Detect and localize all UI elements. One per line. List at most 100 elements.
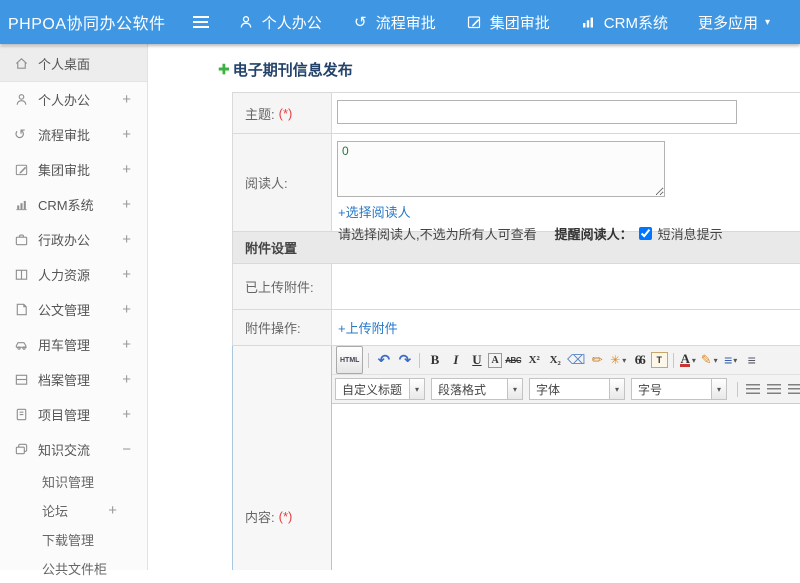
nav-label: 集团审批	[490, 12, 550, 33]
paste-as-text-icon[interactable]: T	[651, 352, 668, 368]
sidebar: 个人桌面 个人办公 + ↺ 流程审批 + 集团审批 + CRM系统 + 行政办公…	[0, 44, 148, 570]
html-source-button[interactable]: HTML	[336, 346, 363, 374]
sidebar-item-group-approval[interactable]: 集团审批 +	[0, 152, 147, 187]
sidebar-item-personal-office[interactable]: 个人办公 +	[0, 82, 147, 117]
align-right-button[interactable]	[785, 379, 800, 399]
sidebar-item-label: 下载管理	[42, 530, 94, 549]
expand-plus-icon[interactable]: +	[122, 406, 131, 423]
sidebar-item-label: 行政办公	[38, 230, 90, 249]
font-color-button[interactable]: A▾	[679, 350, 698, 370]
font-size-select[interactable]: 字号▾	[631, 378, 727, 400]
sidebar-item-project-mgmt[interactable]: 项目管理 +	[0, 397, 147, 432]
edit-icon	[14, 162, 38, 177]
expand-plus-icon[interactable]: +	[122, 301, 131, 318]
align-left-button[interactable]	[743, 379, 762, 399]
italic-button[interactable]: I	[446, 350, 465, 370]
sidebar-item-label: 论坛	[42, 501, 68, 520]
upload-attachment-link[interactable]: +上传附件	[338, 318, 398, 337]
readers-textarea[interactable]: 0	[337, 141, 665, 197]
blockquote-button[interactable]: 66	[630, 350, 649, 370]
redo-button[interactable]: ↷	[395, 350, 414, 370]
chevron-down-icon: ▾	[733, 356, 736, 365]
app-logo: PHPOA协同办公软件	[0, 10, 185, 34]
choose-readers-link[interactable]: +选择阅读人	[338, 202, 800, 221]
nav-more-apps[interactable]: 更多应用 ▾	[698, 12, 770, 33]
briefcase-icon	[14, 232, 38, 247]
sidebar-item-admin-office[interactable]: 行政办公 +	[0, 222, 147, 257]
ordered-list-button[interactable]: ≡▾	[721, 350, 740, 370]
subject-input[interactable]	[337, 100, 737, 124]
person-icon	[238, 14, 255, 31]
readers-row: 阅读人: 0 +选择阅读人 请选择阅读人,不选为所有人可查看 提醒阅读人： 短消…	[233, 134, 800, 232]
font-family-select[interactable]: 字体▾	[529, 378, 625, 400]
sidebar-item-personal-desktop[interactable]: 个人桌面	[0, 46, 147, 82]
expand-plus-icon[interactable]: +	[122, 266, 131, 283]
align-center-button[interactable]	[764, 379, 783, 399]
sidebar-subitem-public-cabinet[interactable]: 公共文件柜	[0, 554, 147, 583]
nav-label: 流程审批	[376, 12, 436, 33]
hamburger-menu-icon[interactable]	[193, 21, 207, 23]
sidebar-item-label: CRM系统	[38, 195, 94, 214]
nav-group-approval[interactable]: 集团审批	[466, 12, 550, 33]
expand-plus-icon[interactable]: +	[122, 126, 131, 143]
sidebar-item-crm[interactable]: CRM系统 +	[0, 187, 147, 222]
sms-notify-label: 短消息提示	[658, 224, 723, 243]
undo-button[interactable]: ↶	[374, 350, 393, 370]
format-brush-icon[interactable]: ✏	[588, 350, 607, 370]
quick-format-wand-icon[interactable]: ✳▾	[609, 350, 628, 370]
content-label: 内容: (*)	[233, 346, 332, 570]
readers-label: 阅读人:	[233, 134, 332, 231]
editor-content-area[interactable]	[332, 403, 800, 570]
sidebar-item-hr[interactable]: 人力资源 +	[0, 257, 147, 292]
expand-plus-icon[interactable]: +	[122, 91, 131, 108]
align-center-icon	[767, 384, 781, 395]
nav-label: 更多应用	[698, 12, 758, 33]
sidebar-subitem-knowledge-mgmt[interactable]: 知识管理	[0, 467, 147, 496]
sms-notify-checkbox[interactable]	[639, 227, 652, 240]
sidebar-subitem-forum[interactable]: 论坛 +	[0, 496, 147, 525]
font-style-button[interactable]: A	[488, 353, 501, 368]
toolbar-separator	[368, 353, 369, 368]
sidebar-item-archive-mgmt[interactable]: 档案管理 +	[0, 362, 147, 397]
strikethrough-button[interactable]: ABC	[504, 350, 523, 370]
underline-button[interactable]: U	[467, 350, 486, 370]
attachment-ops-row: 附件操作: +上传附件	[233, 310, 800, 346]
sidebar-subitem-download-mgmt[interactable]: 下载管理	[0, 525, 147, 554]
sidebar-item-workflow-approval[interactable]: ↺ 流程审批 +	[0, 117, 147, 152]
expand-plus-icon[interactable]: +	[122, 371, 131, 388]
expand-plus-icon[interactable]: +	[122, 161, 131, 178]
uploaded-attachments-value	[332, 264, 800, 309]
bold-button[interactable]: B	[425, 350, 444, 370]
remove-format-eraser-icon[interactable]: ⌫	[567, 350, 586, 370]
chevron-down-icon: ▾	[765, 17, 770, 28]
edit-icon	[466, 14, 483, 31]
paragraph-format-select[interactable]: 段落格式▾	[431, 378, 523, 400]
expand-plus-icon[interactable]: +	[122, 231, 131, 248]
sidebar-item-document-mgmt[interactable]: 公文管理 +	[0, 292, 147, 327]
subject-row: 主题: (*)	[233, 93, 800, 134]
home-icon	[14, 56, 38, 71]
chevron-down-icon: ▾	[609, 379, 624, 399]
nav-crm-system[interactable]: CRM系统	[580, 12, 668, 33]
expand-plus-icon[interactable]: +	[108, 502, 117, 519]
highlight-color-pen-icon[interactable]: ✎▾	[700, 350, 719, 370]
main-content: ✚ 电子期刊信息发布 主题: (*) 阅读人: 0 +选择阅读人 请选择阅读人,…	[148, 44, 800, 570]
collapse-minus-icon[interactable]: −	[122, 441, 131, 458]
chevron-down-icon: ▾	[507, 379, 522, 399]
process-icon: ↺	[14, 126, 38, 143]
expand-plus-icon[interactable]: +	[122, 196, 131, 213]
sidebar-item-label: 公共文件柜	[42, 559, 107, 578]
sidebar-item-knowledge-exchange[interactable]: 知识交流 −	[0, 432, 147, 467]
sidebar-item-vehicle-mgmt[interactable]: 用车管理 +	[0, 327, 147, 362]
sidebar-item-label: 个人桌面	[38, 54, 90, 73]
chevron-down-icon: ▾	[622, 356, 626, 365]
heading-style-select[interactable]: 自定义标题▾	[335, 378, 425, 400]
unordered-list-button[interactable]: ≡	[742, 350, 761, 370]
nav-personal-office[interactable]: 个人办公	[238, 12, 322, 33]
sidebar-item-label: 个人办公	[38, 90, 90, 109]
subscript-button[interactable]: X₂	[546, 350, 565, 370]
content-row: 内容: (*) HTML ↶ ↷ B I U A ABC	[232, 346, 800, 570]
expand-plus-icon[interactable]: +	[122, 336, 131, 353]
superscript-button[interactable]: X²	[525, 350, 544, 370]
nav-workflow-approval[interactable]: ↺ 流程审批	[352, 12, 436, 33]
